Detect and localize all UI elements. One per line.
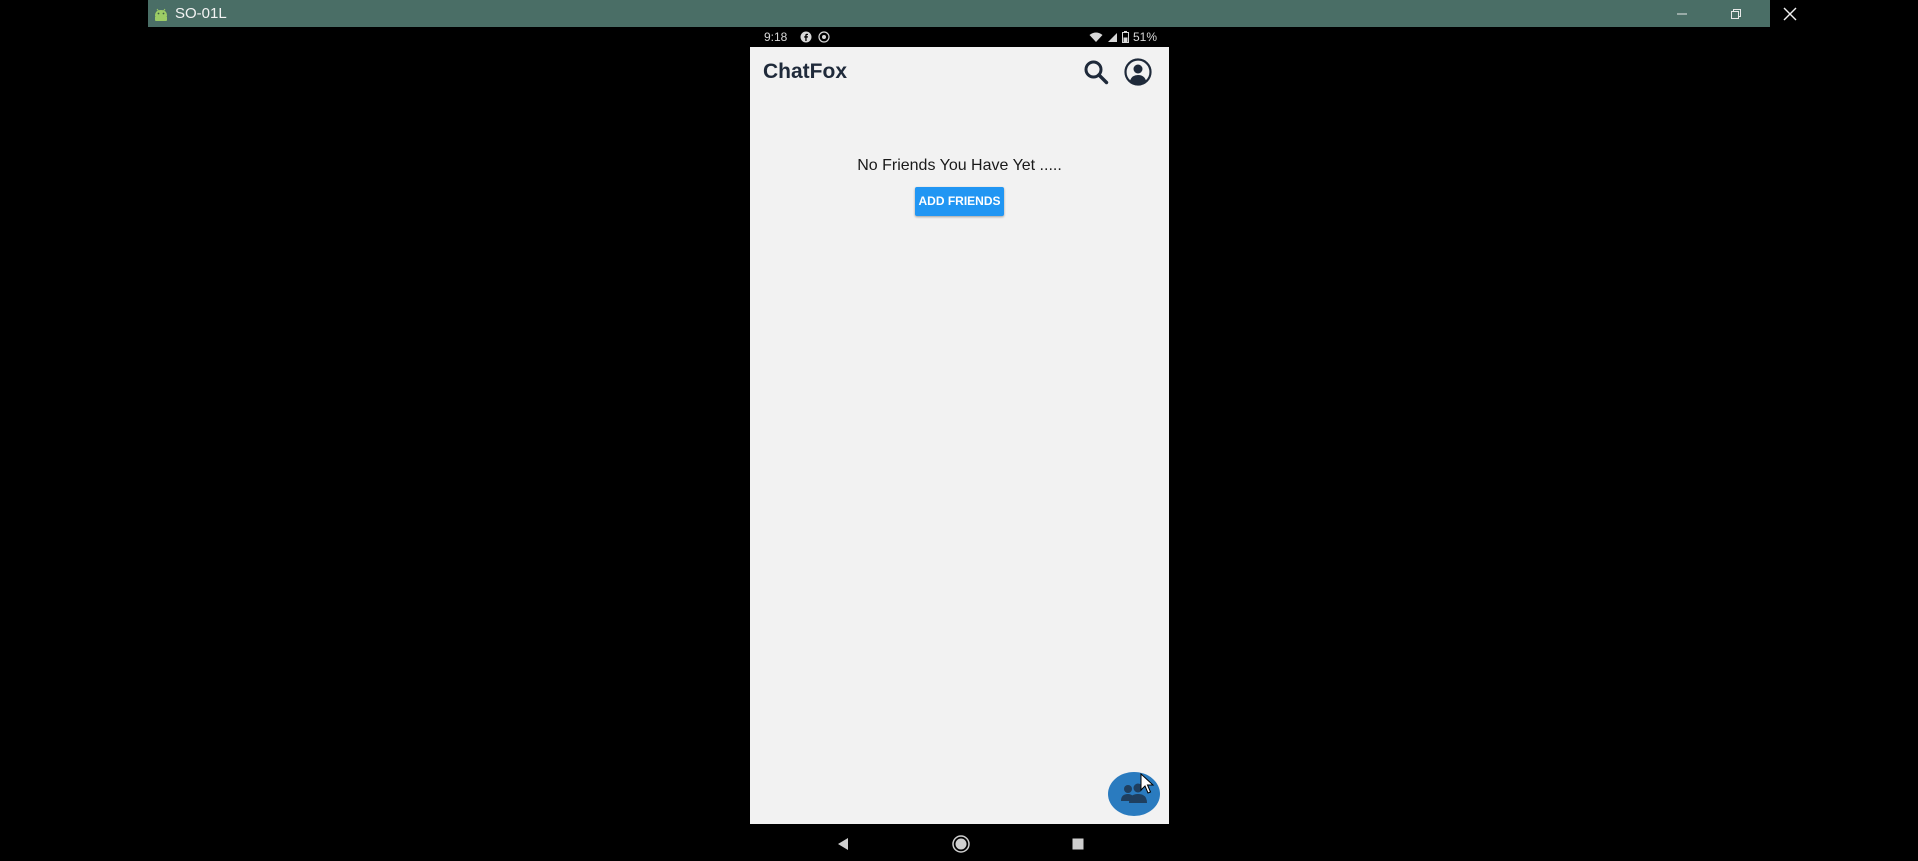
android-nav-bar bbox=[750, 826, 1169, 861]
profile-button[interactable] bbox=[1123, 57, 1153, 87]
phone-screen: ChatFox No Friends You Have Yet ..... AD… bbox=[750, 47, 1169, 824]
app-notification-icon bbox=[818, 31, 830, 43]
recents-button[interactable] bbox=[1068, 834, 1088, 854]
empty-state-message: No Friends You Have Yet ..... bbox=[857, 157, 1062, 174]
window-title: SO-01L bbox=[175, 5, 227, 22]
battery-percentage: 51% bbox=[1132, 30, 1157, 44]
close-button[interactable] bbox=[1763, 0, 1817, 27]
battery-icon bbox=[1121, 31, 1129, 43]
recents-icon bbox=[1072, 838, 1084, 850]
minimize-icon bbox=[1677, 13, 1687, 14]
status-indicators: 51% bbox=[1089, 30, 1157, 44]
profile-icon bbox=[1124, 58, 1152, 86]
app-bar: ChatFox bbox=[750, 47, 1169, 97]
mouse-cursor-icon bbox=[1140, 773, 1155, 794]
facebook-icon bbox=[800, 31, 812, 43]
search-button[interactable] bbox=[1081, 57, 1111, 87]
restore-button[interactable] bbox=[1709, 0, 1763, 27]
back-button[interactable] bbox=[833, 834, 853, 854]
minimize-button[interactable] bbox=[1655, 0, 1709, 27]
status-bar: 9:18 51% bbox=[750, 28, 1169, 47]
app-title: ChatFox bbox=[763, 60, 847, 83]
android-icon bbox=[152, 5, 170, 23]
restore-icon bbox=[1731, 8, 1741, 19]
signal-icon bbox=[1107, 32, 1117, 42]
wifi-icon bbox=[1089, 32, 1103, 42]
back-icon bbox=[838, 838, 848, 850]
home-button[interactable] bbox=[951, 834, 971, 854]
home-icon bbox=[952, 835, 970, 853]
search-icon bbox=[1084, 60, 1109, 85]
add-friends-button[interactable]: ADD FRIENDS bbox=[915, 187, 1004, 216]
window-titlebar: SO-01L bbox=[148, 0, 1797, 27]
close-icon bbox=[1783, 7, 1797, 20]
status-time: 9:18 bbox=[764, 30, 788, 44]
screen: SO-01L 9:18 51% ChatFox No Friends You H… bbox=[0, 0, 1918, 861]
